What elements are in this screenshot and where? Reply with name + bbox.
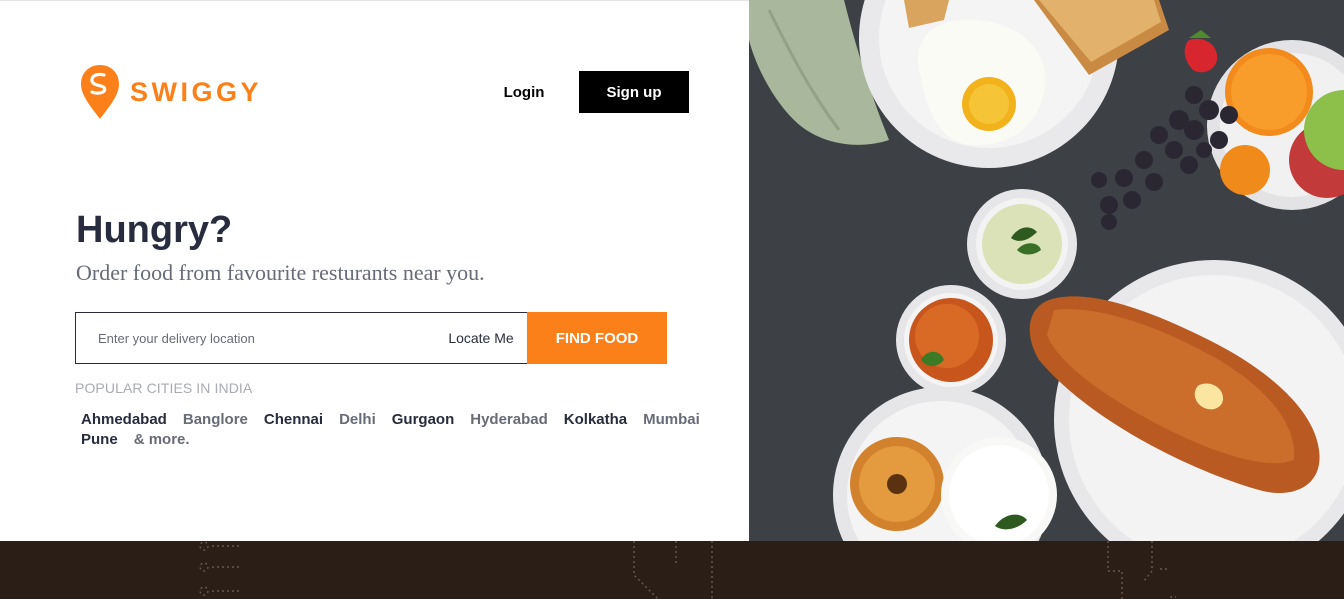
delivery-location-input[interactable]	[76, 313, 435, 363]
city-link-pune[interactable]: Pune	[81, 431, 118, 449]
footer-pattern	[199, 541, 1176, 599]
popular-cities-list: Ahmedabad Banglore Chennai Delhi Gurgaon…	[81, 411, 731, 449]
city-link-chennai[interactable]: Chennai	[264, 411, 323, 429]
hero-title: Hungry?	[76, 209, 233, 251]
food-spread-illustration	[749, 0, 1344, 541]
city-link-kolkatha[interactable]: Kolkatha	[564, 411, 627, 429]
swiggy-logo[interactable]: SWIGGY	[80, 63, 262, 121]
city-link-hyderabad[interactable]: Hyderabad	[470, 411, 548, 429]
swiggy-pin-icon	[81, 65, 119, 119]
footer-band	[0, 541, 1344, 599]
city-link-gurgaon[interactable]: Gurgaon	[392, 411, 455, 429]
city-link-banglore[interactable]: Banglore	[183, 411, 248, 429]
city-link-mumbai[interactable]: Mumbai	[643, 411, 700, 429]
popular-cities-heading: POPULAR CITIES IN INDIA	[75, 380, 253, 396]
find-food-button[interactable]: FIND FOOD	[527, 312, 667, 364]
food-hero-image	[749, 0, 1344, 541]
more-cities-link[interactable]: & more.	[134, 431, 190, 449]
hero-subtitle: Order food from favourite resturants nea…	[76, 260, 485, 285]
city-link-delhi[interactable]: Delhi	[339, 411, 376, 429]
brand-name: SWIGGY	[130, 76, 263, 107]
signup-button[interactable]: Sign up	[579, 71, 689, 113]
city-link-ahmedabad[interactable]: Ahmedabad	[81, 411, 167, 429]
login-button[interactable]: Login	[486, 71, 562, 113]
locate-me-button[interactable]: Locate Me	[435, 313, 527, 363]
landing-left-panel: SWIGGY Login Sign up Hungry? Order food …	[0, 0, 749, 541]
location-search-bar: Locate Me FIND FOOD	[75, 312, 667, 364]
